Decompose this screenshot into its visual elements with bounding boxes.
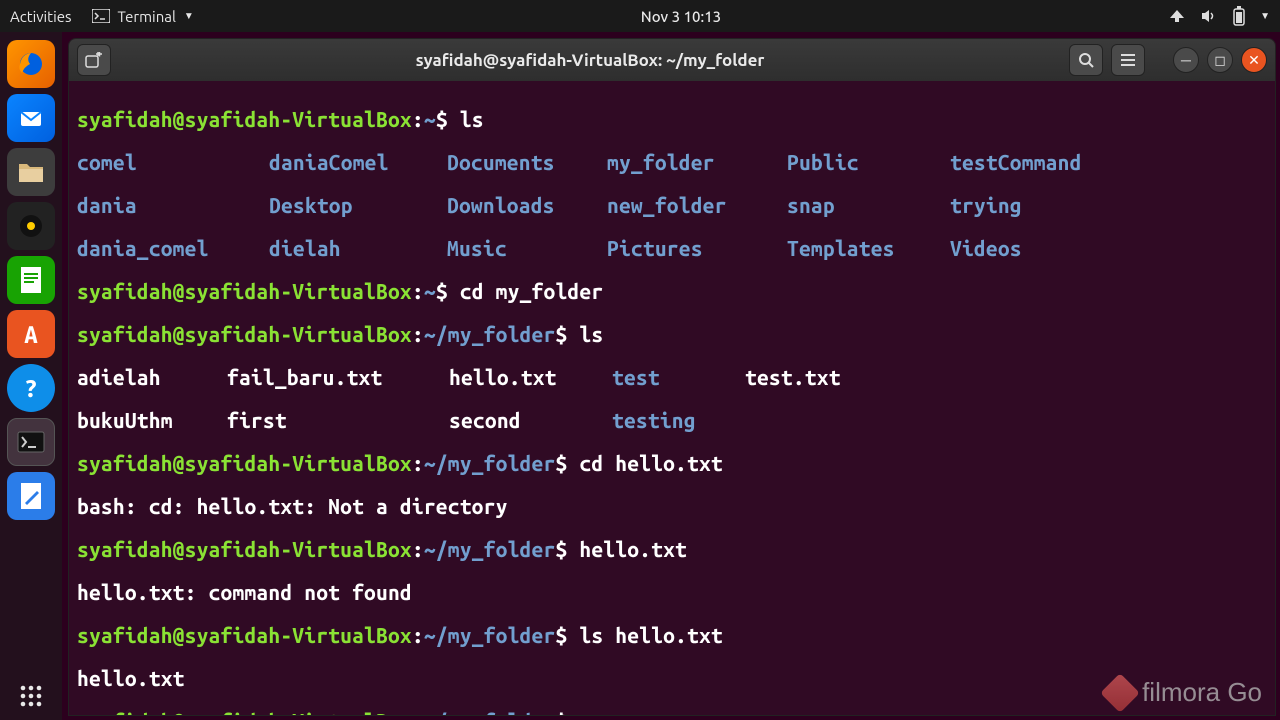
new-tab-button[interactable] xyxy=(77,44,111,76)
dock-files[interactable] xyxy=(7,148,55,196)
filmora-watermark: filmora Go xyxy=(1106,677,1262,708)
dock-show-apps[interactable] xyxy=(7,672,55,720)
hamburger-menu-button[interactable] xyxy=(1111,44,1145,76)
search-button[interactable] xyxy=(1069,44,1103,76)
battery-icon[interactable] xyxy=(1232,6,1246,26)
app-menu-label: Terminal xyxy=(118,8,176,25)
dock-text-editor[interactable] xyxy=(7,472,55,520)
window-titlebar: syafidah@syafidah-VirtualBox: ~/my_folde… xyxy=(69,39,1275,81)
activities-button[interactable]: Activities xyxy=(10,8,72,25)
dock-thunderbird[interactable] xyxy=(7,94,55,142)
system-menu-chevron-icon[interactable]: ▼ xyxy=(1260,10,1270,22)
clock[interactable]: Nov 3 10:13 xyxy=(194,8,1168,25)
close-button[interactable]: ✕ xyxy=(1241,47,1267,73)
maximize-button[interactable]: ◻ xyxy=(1207,47,1233,73)
dock-help[interactable]: ? xyxy=(7,364,55,412)
dock-firefox[interactable] xyxy=(7,40,55,88)
window-title: syafidah@syafidah-VirtualBox: ~/my_folde… xyxy=(119,51,1061,70)
dock-software[interactable]: A xyxy=(7,310,55,358)
app-menu[interactable]: Terminal ▼ xyxy=(92,8,194,25)
minimize-button[interactable]: ─ xyxy=(1173,47,1199,73)
terminal-indicator-icon xyxy=(92,9,110,23)
filmora-logo-icon xyxy=(1100,673,1140,713)
dock-libreoffice[interactable] xyxy=(7,256,55,304)
dock-terminal[interactable] xyxy=(7,418,55,466)
terminal-window: syafidah@syafidah-VirtualBox: ~/my_folde… xyxy=(68,38,1276,716)
dock: A ? xyxy=(0,32,62,720)
gnome-topbar: Activities Terminal ▼ Nov 3 10:13 ▼ xyxy=(0,0,1280,32)
watermark-text: filmora Go xyxy=(1142,677,1262,708)
terminal-content[interactable]: syafidah@syafidah-VirtualBox:~$ ls comel… xyxy=(69,81,1275,716)
dock-rhythmbox[interactable] xyxy=(7,202,55,250)
volume-icon[interactable] xyxy=(1200,8,1218,24)
chevron-down-icon: ▼ xyxy=(184,10,194,22)
network-icon[interactable] xyxy=(1168,8,1186,24)
